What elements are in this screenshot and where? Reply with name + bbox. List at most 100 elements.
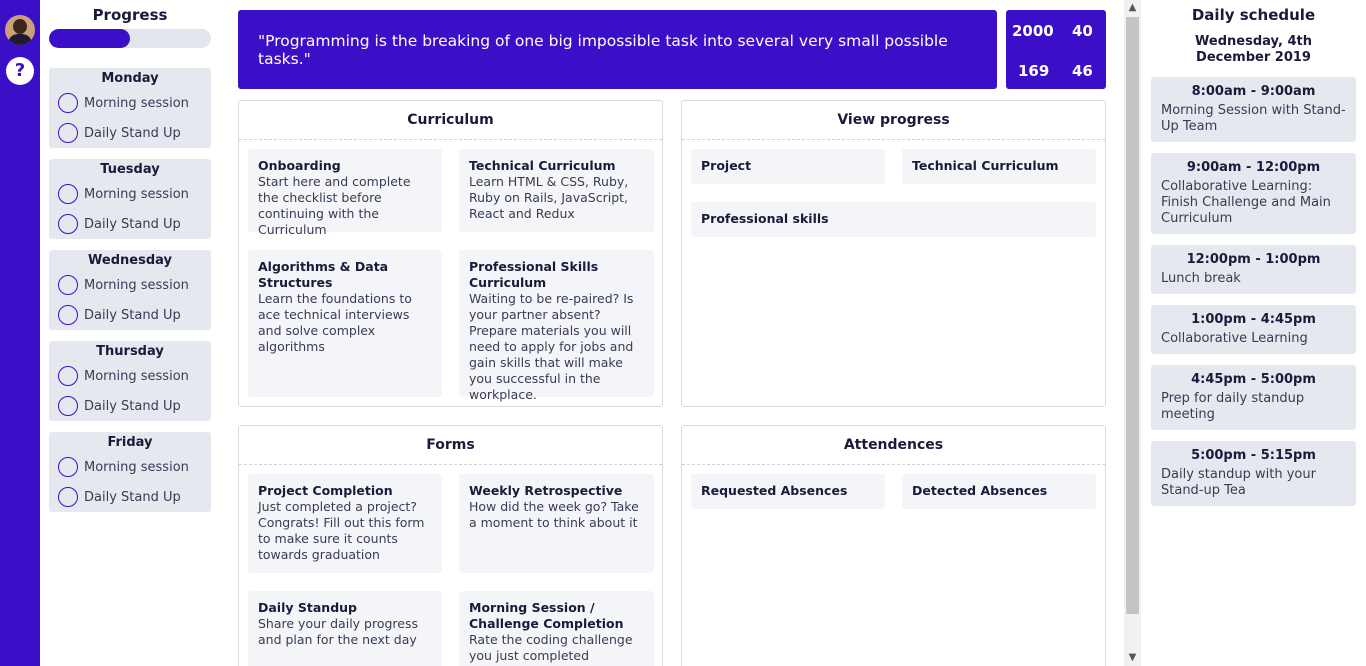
slot-time: 4:45pm - 5:00pm [1191,372,1316,387]
checkbox-circle-icon[interactable] [58,214,78,234]
quote-text: "Programming is the breaking of one big … [258,31,948,68]
day-thursday: Thursday Morning session Daily Stand Up [49,341,211,421]
progress-title: Progress [92,6,168,24]
session-label: Morning session [84,186,189,202]
checkbox-circle-icon[interactable] [58,487,78,507]
panel-title: View progress [682,101,1105,140]
session-label: Morning session [84,368,189,384]
session-item[interactable]: Daily Stand Up [49,118,211,148]
avatar[interactable] [5,15,35,45]
progress-panel: Progress Monday Morning session Daily St… [49,0,211,512]
checkbox-circle-icon[interactable] [58,396,78,416]
progress-bar-fill [49,29,130,48]
card-title: Project Completion [258,483,393,498]
panel-title: Curriculum [239,101,662,140]
slot-time: 12:00pm - 1:00pm [1186,252,1321,267]
card-title: Algorithms & Data Structures [258,259,389,290]
card-title: Requested Absences [701,483,848,498]
view-progress-project[interactable]: Project [691,149,885,184]
curriculum-card-professional[interactable]: Professional Skills Curriculum Waiting t… [459,250,654,402]
day-name: Friday [107,435,153,450]
scroll-up-icon[interactable]: ▲ [1124,0,1141,16]
form-card-weekly-retro[interactable]: Weekly Retrospective How did the week go… [459,474,654,573]
card-title: Detected Absences [912,483,1048,498]
schedule-slot: 9:00am - 12:00pm Collaborative Learning:… [1151,153,1356,234]
card-title: Technical Curriculum [469,158,616,173]
help-icon[interactable]: ? [6,57,34,85]
card-desc: Learn the foundations to ace technical i… [258,291,412,354]
curriculum-card-onboarding[interactable]: Onboarding Start here and complete the c… [248,149,442,237]
session-label: Daily Stand Up [84,489,181,505]
requested-absences-card[interactable]: Requested Absences [691,474,885,509]
card-title: Professional Skills Curriculum [469,259,599,290]
stats-box: 2000 40 169 46 [1006,10,1106,89]
daily-schedule: Daily schedule Wednesday, 4th December 2… [1141,0,1366,506]
day-name: Wednesday [88,253,172,268]
card-desc: Learn HTML & CSS, Ruby, Ruby on Rails, J… [469,174,629,221]
card-desc: How did the week go? Take a moment to th… [469,499,639,530]
checkbox-circle-icon[interactable] [58,457,78,477]
curriculum-card-algorithms[interactable]: Algorithms & Data Structures Learn the f… [248,250,442,397]
day-friday: Friday Morning session Daily Stand Up [49,432,211,512]
progress-bar [49,29,211,48]
view-progress-professional[interactable]: Professional skills [691,202,1096,237]
card-title: Technical Curriculum [912,158,1059,173]
detected-absences-card[interactable]: Detected Absences [902,474,1096,509]
left-rail: ? [0,0,40,666]
session-item[interactable]: Morning session [49,361,211,391]
checkbox-circle-icon[interactable] [58,275,78,295]
panel-title: Attendences [682,426,1105,465]
stat-value: 2000 [1012,22,1054,40]
slot-desc: Lunch break [1161,271,1241,286]
panel-title: Forms [239,426,662,465]
checkbox-circle-icon[interactable] [58,305,78,325]
view-progress-technical[interactable]: Technical Curriculum [902,149,1096,184]
session-item[interactable]: Morning session [49,452,211,482]
attendences-panel: Attendences Requested Absences Detected … [681,425,1106,666]
session-label: Daily Stand Up [84,125,181,141]
checkbox-circle-icon[interactable] [58,93,78,113]
session-item[interactable]: Morning session [49,270,211,300]
scrollbar[interactable]: ▲ ▼ [1124,0,1141,666]
schedule-slot: 1:00pm - 4:45pm Collaborative Learning [1151,305,1356,354]
session-item[interactable]: Daily Stand Up [49,482,211,512]
day-name: Tuesday [100,162,160,177]
card-title: Weekly Retrospective [469,483,623,498]
card-desc: Start here and complete the checklist be… [258,174,411,237]
checkbox-circle-icon[interactable] [58,123,78,143]
card-title: Morning Session / Challenge Completion [469,600,624,631]
slot-desc: Collaborative Learning: Finish Challenge… [1161,179,1331,226]
session-label: Daily Stand Up [84,216,181,232]
checkbox-circle-icon[interactable] [58,184,78,204]
form-card-morning-session[interactable]: Morning Session / Challenge Completion R… [459,591,654,666]
slot-time: 1:00pm - 4:45pm [1191,312,1316,327]
session-label: Morning session [84,277,189,293]
scrollbar-thumb[interactable] [1126,17,1139,614]
card-title: Project [701,158,752,173]
slot-desc: Prep for daily standup meeting [1161,391,1305,422]
session-item[interactable]: Daily Stand Up [49,391,211,421]
day-name: Thursday [96,344,164,359]
form-card-daily-standup[interactable]: Daily Standup Share your daily progress … [248,591,442,666]
card-desc: Just completed a project? Congrats! Fill… [258,499,425,562]
session-item[interactable]: Daily Stand Up [49,300,211,330]
slot-time: 8:00am - 9:00am [1191,84,1316,99]
session-label: Daily Stand Up [84,307,181,323]
curriculum-panel: Curriculum Onboarding Start here and com… [238,100,663,407]
scroll-down-icon[interactable]: ▼ [1124,650,1141,666]
checkbox-circle-icon[interactable] [58,366,78,386]
session-item[interactable]: Daily Stand Up [49,209,211,239]
card-title: Professional skills [701,211,829,226]
session-item[interactable]: Morning session [49,88,211,118]
stat-value: 40 [1072,22,1093,40]
day-name: Monday [101,71,159,86]
schedule-slot: 12:00pm - 1:00pm Lunch break [1151,245,1356,294]
slot-desc: Collaborative Learning [1161,331,1308,346]
day-tuesday: Tuesday Morning session Daily Stand Up [49,159,211,239]
view-progress-panel: View progress Project Technical Curricul… [681,100,1106,407]
curriculum-card-technical[interactable]: Technical Curriculum Learn HTML & CSS, R… [459,149,654,232]
session-item[interactable]: Morning session [49,179,211,209]
form-card-project-completion[interactable]: Project Completion Just completed a proj… [248,474,442,573]
card-desc: Rate the coding challenge you just compl… [469,632,633,663]
card-title: Onboarding [258,158,341,173]
